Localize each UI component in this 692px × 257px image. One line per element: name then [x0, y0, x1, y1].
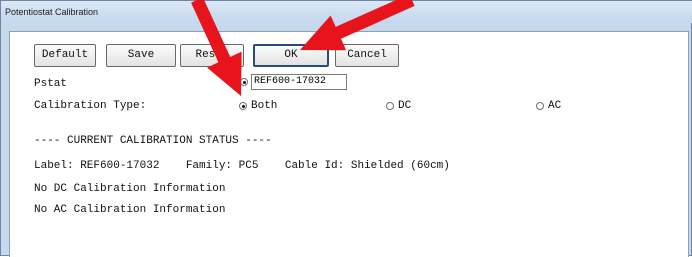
arrow-shaft-right — [300, 0, 415, 51]
arrow-shaft-left — [191, 0, 242, 96]
annotation-arrows — [191, 0, 415, 96]
arrow-to-both-radio — [191, 0, 242, 96]
arrow-to-ok-button — [300, 0, 415, 51]
